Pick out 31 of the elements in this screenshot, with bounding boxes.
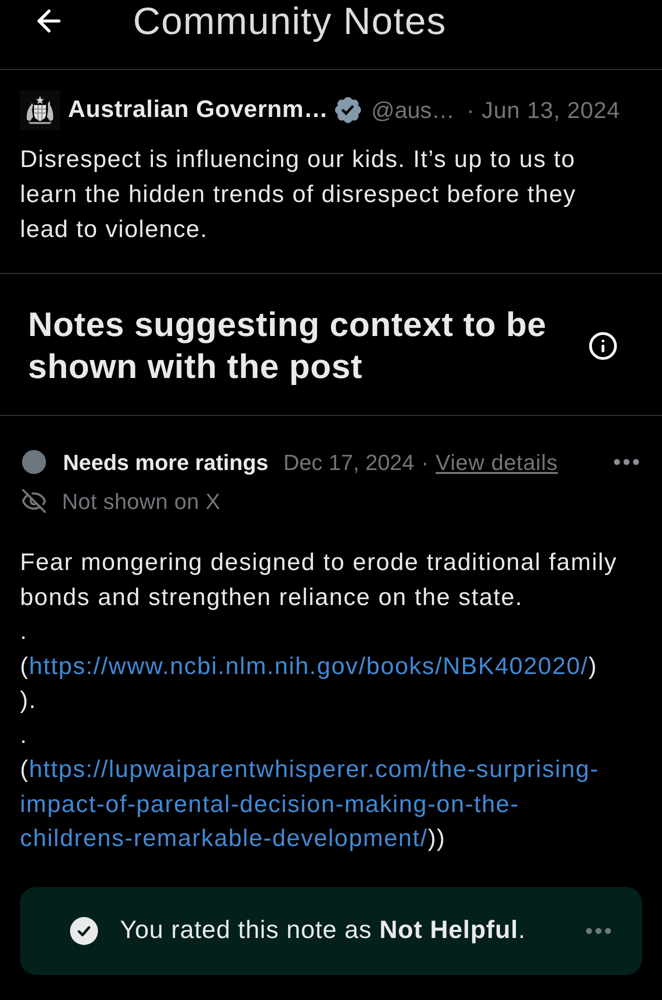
note-text: . — [20, 617, 29, 647]
author-handle[interactable]: @aus… — [371, 92, 455, 128]
more-icon — [614, 459, 639, 465]
info-icon[interactable] — [588, 331, 618, 361]
hidden-eye-icon — [21, 488, 47, 514]
visibility-text: Not shown on X — [62, 488, 220, 516]
source-link[interactable]: impact-of-parental-decision-making-on-the- — [20, 790, 520, 818]
note-text: (https://lupwaiparentwhisperer.com/the-surprising- — [20, 755, 600, 785]
post-date: · Jun 13, 2024 — [466, 96, 620, 125]
note-text: childrens-remarkable-development/)) — [20, 824, 447, 854]
note-text: . — [20, 720, 29, 750]
author-name[interactable]: Australian Governm… — [68, 92, 328, 128]
more-button[interactable] — [614, 459, 639, 465]
rating-text: You rated this note as Not Helpful. — [120, 914, 526, 946]
page-title: Community Notes — [133, 0, 446, 44]
note-date: Dec 17, 2024 — [283, 448, 414, 476]
note-text: Fear mongering designed to erode traditional family bonds and strengthen reliance on the state. — [20, 548, 618, 612]
source-link[interactable]: childrens-remarkable-development/ — [20, 825, 428, 852]
crest-icon — [20, 90, 60, 130]
section-heading: Notes suggesting context to be shown with the post — [28, 305, 548, 388]
note-status: Needs more ratings — [63, 448, 268, 477]
separator-text: · — [421, 448, 429, 476]
source-link[interactable]: https://www.ncbi.nlm.nih.gov/books/NBK402020/ — [28, 652, 588, 680]
source-link[interactable]: https://lupwaiparentwhisperer.com/the-surprising- — [28, 756, 599, 783]
more-icon — [586, 928, 611, 934]
note-text: ). — [20, 686, 38, 716]
view-details-link[interactable]: View details — [436, 446, 558, 478]
check-circle-icon — [70, 916, 98, 944]
note-text: (https://www.ncbi.nlm.nih.gov/books/NBK402020/) — [20, 652, 598, 682]
post-text: Disrespect is influencing our kids. It’s up to us to learn the hidden trends of disrespect before they lead to violence. — [20, 145, 578, 245]
more-button[interactable] — [586, 928, 611, 934]
